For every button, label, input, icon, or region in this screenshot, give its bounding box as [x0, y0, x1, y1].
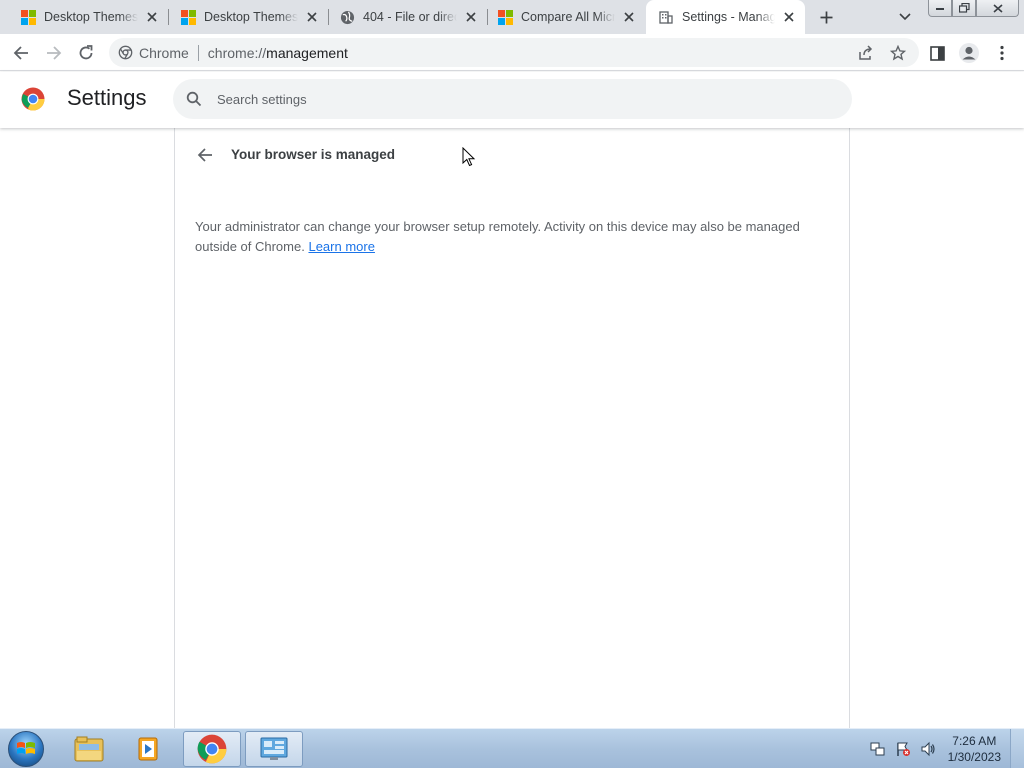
search-input[interactable]	[217, 91, 817, 107]
tab-title: Desktop Themes -	[204, 10, 298, 24]
side-panel-icon	[929, 45, 945, 61]
avatar-icon	[959, 43, 979, 63]
media-player-icon	[138, 737, 158, 761]
minimize-icon	[936, 8, 944, 10]
share-button[interactable]	[852, 39, 880, 67]
site-info-label: Chrome	[139, 44, 189, 61]
back-button[interactable]	[7, 39, 35, 67]
restore-icon	[958, 3, 970, 13]
tab-desktop-themes-1[interactable]: Desktop Themes -	[0, 0, 168, 34]
tab-settings-management[interactable]: Settings - Manage	[646, 0, 805, 34]
tab-title: Desktop Themes -	[44, 10, 138, 24]
volume-icon[interactable]	[920, 741, 936, 757]
plus-icon	[820, 11, 832, 23]
minimize-button[interactable]	[928, 0, 952, 17]
close-tab-icon[interactable]	[144, 9, 160, 25]
settings-header: Settings	[0, 72, 1024, 128]
management-heading: Your browser is managed	[231, 147, 396, 162]
browser-toolbar: Chrome chrome://management	[0, 34, 1024, 71]
start-button[interactable]	[6, 730, 46, 768]
forward-button[interactable]	[40, 39, 68, 67]
arrow-left-icon	[13, 46, 28, 60]
window-controls	[928, 0, 1019, 17]
tab-title: Settings - Manage	[682, 10, 775, 24]
taskbar-windows-explorer[interactable]	[60, 731, 118, 767]
chevron-down-icon	[899, 13, 911, 21]
profile-button[interactable]	[955, 39, 983, 67]
taskbar-clock[interactable]: 7:26 AM 1/30/2023	[948, 733, 1001, 765]
close-tab-icon[interactable]	[621, 9, 637, 25]
address-bar[interactable]: Chrome chrome://management	[109, 38, 919, 67]
control-panel-icon	[260, 737, 288, 760]
arrow-right-icon	[47, 46, 62, 60]
management-card: Your browser is managed Your administrat…	[174, 128, 850, 728]
reload-button[interactable]	[72, 39, 100, 67]
site-info-chip[interactable]: Chrome	[118, 45, 189, 61]
clock-date: 1/30/2023	[947, 750, 1001, 764]
clock-time: 7:26 AM	[952, 734, 997, 748]
new-tab-button[interactable]	[814, 5, 838, 29]
reload-icon	[79, 45, 93, 60]
tab-desktop-themes-2[interactable]: Desktop Themes -	[160, 0, 328, 34]
action-center-flag-icon[interactable]	[895, 741, 911, 757]
more-vert-icon	[1000, 45, 1004, 61]
url-scheme: chrome://	[207, 44, 267, 61]
microsoft-logo-icon	[497, 9, 513, 25]
mouse-cursor-icon	[462, 147, 476, 167]
network-icon[interactable]	[870, 741, 886, 757]
taskbar-media-player[interactable]	[120, 731, 178, 767]
search-icon	[186, 91, 202, 107]
side-panel-button[interactable]	[923, 39, 951, 67]
windows-explorer-icon	[74, 736, 104, 762]
microsoft-logo-icon	[180, 9, 196, 25]
learn-more-link[interactable]: Learn more	[308, 239, 374, 254]
bookmark-button[interactable]	[884, 39, 912, 67]
close-window-button[interactable]	[976, 0, 1019, 17]
management-description-text: Your administrator can change your brows…	[195, 219, 800, 254]
url-host: management	[266, 44, 348, 61]
omnibox-divider	[197, 44, 199, 61]
taskbar-chrome[interactable]	[183, 731, 241, 767]
close-tab-icon[interactable]	[781, 9, 797, 25]
settings-main: Your browser is managed Your administrat…	[0, 128, 1024, 728]
chrome-icon	[197, 734, 227, 764]
show-desktop-button[interactable]	[1010, 729, 1024, 768]
chrome-outline-icon	[118, 45, 133, 60]
settings-search-box[interactable]	[173, 79, 852, 119]
tab-404-error[interactable]: 404 - File or direc	[319, 0, 487, 34]
microsoft-logo-icon	[20, 9, 36, 25]
tab-title: 404 - File or direc	[363, 10, 457, 24]
tab-title: Compare All Micro	[521, 10, 615, 24]
close-tab-icon[interactable]	[304, 9, 320, 25]
management-description: Your administrator can change your brows…	[195, 217, 825, 257]
tab-strip: Desktop Themes - Desktop Themes - 404 - …	[0, 0, 1024, 34]
windows-logo-icon	[8, 731, 44, 767]
restore-button[interactable]	[952, 0, 976, 17]
chrome-logo-icon	[21, 87, 45, 111]
menu-button[interactable]	[988, 39, 1016, 67]
tab-compare-microsoft[interactable]: Compare All Micro	[477, 0, 645, 34]
share-icon	[859, 45, 873, 60]
taskbar-control-panel[interactable]	[245, 731, 303, 767]
page-title: Settings	[67, 85, 147, 110]
system-tray	[870, 741, 936, 757]
globe-icon	[339, 9, 355, 25]
back-arrow-button[interactable]	[194, 144, 216, 166]
building-icon	[658, 9, 674, 25]
windows-taskbar: 7:26 AM 1/30/2023	[0, 728, 1024, 768]
tab-search-button[interactable]	[893, 5, 917, 29]
arrow-left-icon	[197, 148, 212, 162]
star-icon	[890, 45, 906, 61]
close-icon	[992, 3, 1003, 13]
